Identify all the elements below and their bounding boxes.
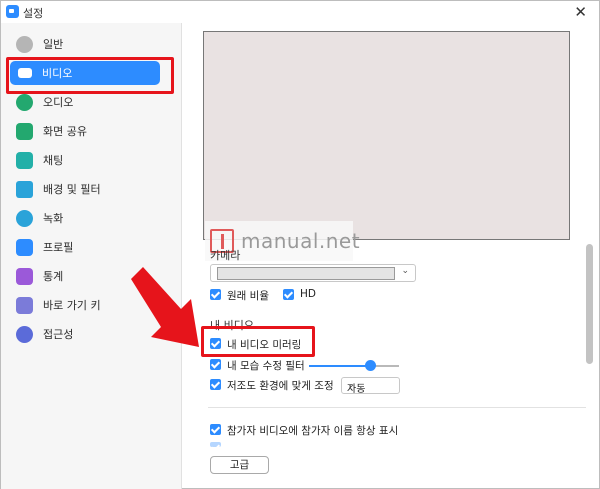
camera-label: 카메라	[210, 249, 241, 262]
record-icon	[16, 209, 33, 227]
touch-up-slider-handle[interactable]	[365, 360, 376, 371]
sidebar-item-recording[interactable]: 녹화	[10, 206, 160, 230]
low-light-label: 저조도 환경에 맞게 조정	[227, 380, 334, 392]
sidebar-item-label: 프로필	[43, 241, 74, 254]
sidebar-item-label: 채팅	[43, 154, 64, 167]
advanced-button[interactable]: 고급	[210, 456, 269, 474]
gear-icon	[16, 35, 33, 53]
annotation-arrow-icon	[131, 267, 199, 347]
share-screen-icon	[16, 122, 33, 140]
sidebar-item-label: 일반	[43, 38, 64, 51]
touch-up-slider-fill	[309, 365, 371, 367]
sidebar-item-label: 바로 가기 키	[43, 299, 101, 312]
zoom-app-icon	[6, 5, 19, 18]
close-icon[interactable]: ✕	[574, 3, 587, 21]
original-ratio-checkbox[interactable]	[210, 289, 221, 300]
touch-up-label: 내 모습 수정 필터	[227, 360, 305, 372]
profile-icon	[16, 238, 33, 256]
window-title: 설정	[23, 7, 44, 20]
sidebar-item-label: 배경 및 필터	[43, 183, 101, 196]
sidebar-item-profile[interactable]: 프로필	[10, 235, 160, 259]
camera-select-value	[217, 267, 395, 280]
camera-select[interactable]: ⌄	[210, 264, 416, 282]
original-ratio-label: 원래 비율	[227, 290, 269, 302]
statistics-icon	[16, 267, 33, 285]
watermark-text: manual.net	[241, 229, 361, 253]
low-light-checkbox[interactable]	[210, 379, 221, 390]
chevron-down-icon: ⌄	[347, 379, 356, 390]
keyboard-icon	[16, 296, 33, 314]
sidebar-item-label: 녹화	[43, 212, 64, 225]
chevron-down-icon: ⌄	[401, 266, 409, 276]
annotation-highlight-video	[6, 57, 174, 94]
chat-bubble-icon	[16, 151, 33, 169]
sidebar-item-label: 통계	[43, 270, 64, 283]
title-bar: 설정 ✕	[1, 1, 599, 23]
sidebar-item-general[interactable]: 일반	[10, 32, 160, 56]
sidebar-item-chat[interactable]: 채팅	[10, 148, 160, 172]
hd-label: HD	[300, 288, 316, 300]
scrollbar-thumb[interactable]	[586, 244, 593, 364]
video-preview	[203, 31, 570, 240]
headphones-icon	[16, 93, 33, 111]
hd-checkbox[interactable]	[283, 289, 294, 300]
accessibility-icon	[16, 325, 33, 343]
settings-window: 설정 ✕ 일반 비디오 오디오 화면 공유 채팅 배경 및 필터 녹화 프로필 …	[0, 0, 600, 489]
sidebar-item-label: 화면 공유	[43, 125, 87, 138]
section-divider	[208, 407, 586, 408]
sidebar-item-screen-share[interactable]: 화면 공유	[10, 119, 160, 143]
sidebar-item-label: 오디오	[43, 96, 74, 109]
partial-checkbox	[210, 442, 221, 447]
annotation-highlight-mirror	[201, 326, 315, 357]
sidebar-item-background-filter[interactable]: 배경 및 필터	[10, 177, 160, 201]
background-filter-icon	[16, 180, 33, 198]
sidebar-item-label: 접근성	[43, 328, 74, 341]
low-light-select[interactable]: 자동 ⌄	[341, 377, 400, 395]
touch-up-checkbox[interactable]	[210, 359, 221, 370]
show-names-label: 참가자 비디오에 참가자 이름 항상 표시	[227, 425, 399, 437]
show-names-checkbox[interactable]	[210, 424, 221, 435]
